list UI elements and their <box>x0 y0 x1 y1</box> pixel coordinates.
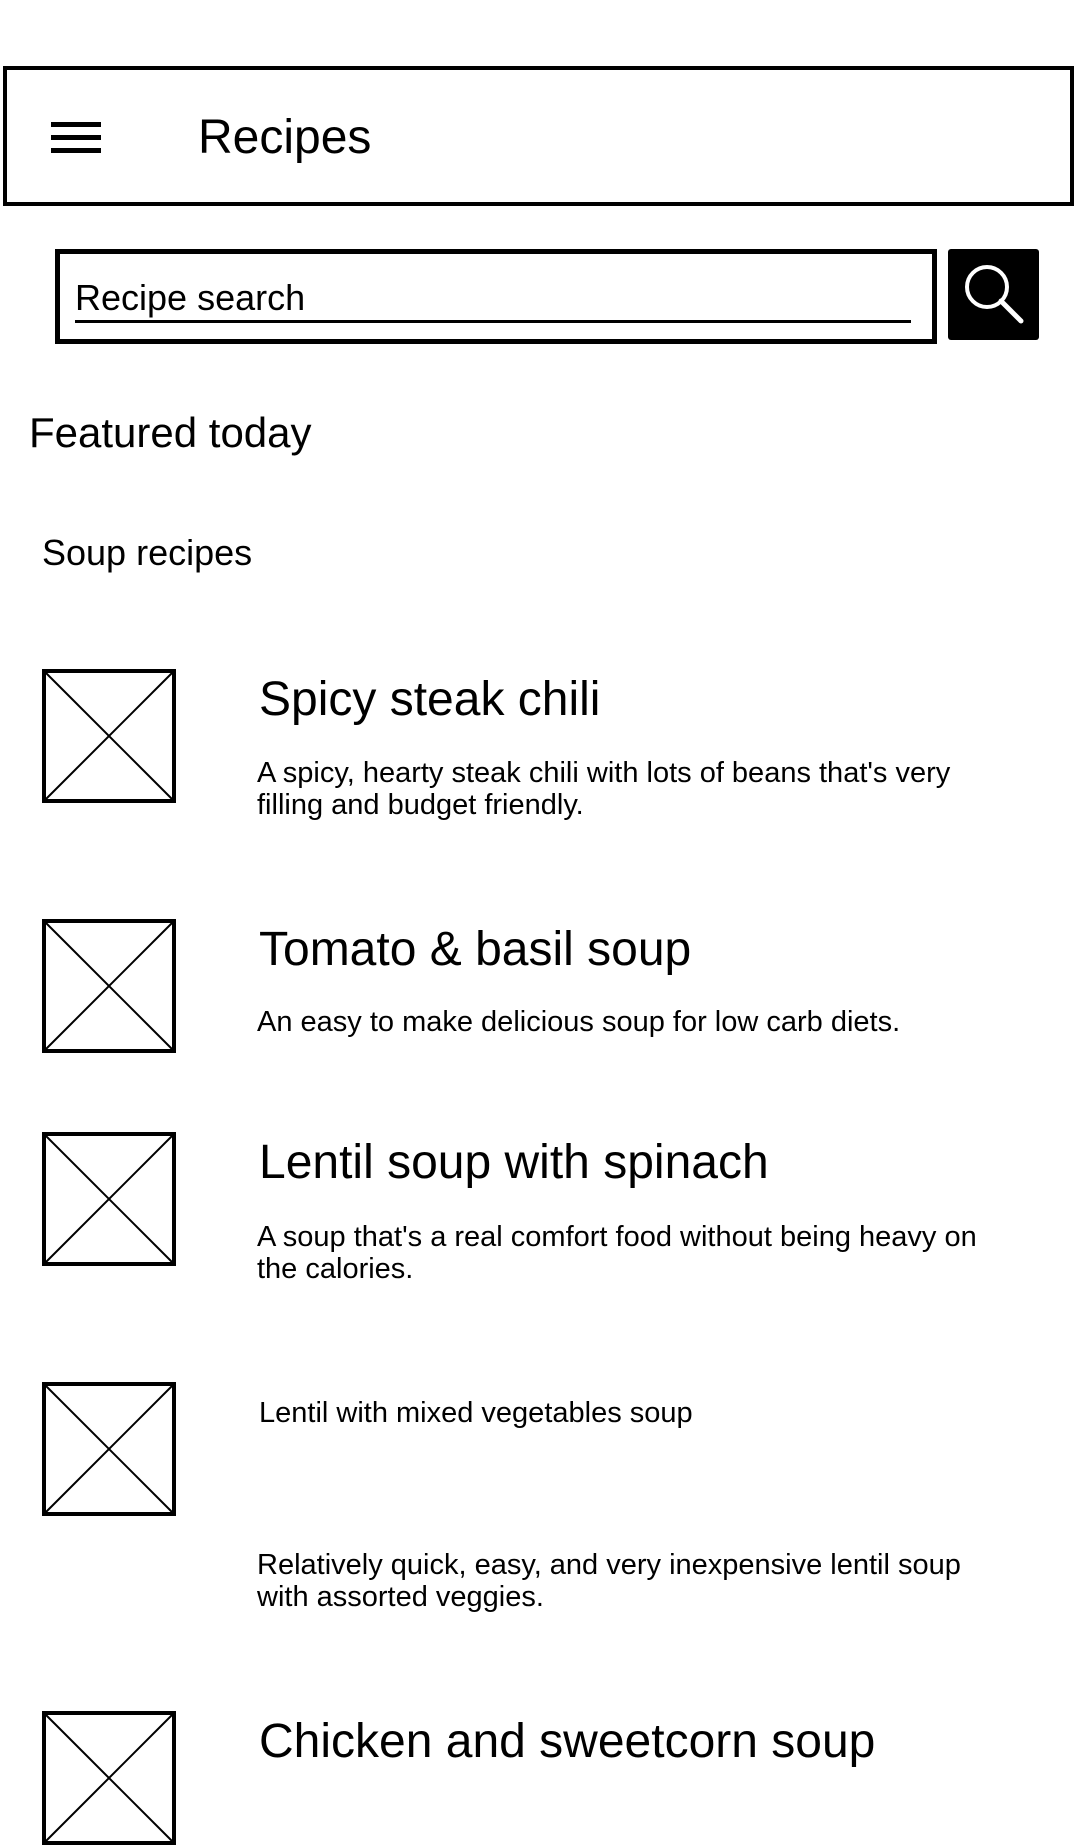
recipe-description-2: An easy to make delicious soup for low c… <box>257 1006 901 1038</box>
app-header: Recipes <box>3 66 1074 206</box>
recipe-title-3[interactable]: Lentil soup with spinach <box>259 1135 769 1191</box>
search-input[interactable] <box>75 276 911 323</box>
search-icon <box>965 265 1024 324</box>
recipe-title-5[interactable]: Chicken and sweetcorn soup <box>259 1714 875 1770</box>
recipe-image-4-placeholder-icon[interactable] <box>42 1382 176 1516</box>
hamburger-menu-icon[interactable] <box>51 122 101 154</box>
recipe-description-4: Relatively quick, easy, and very inexpen… <box>257 1549 961 1613</box>
recipe-title-2[interactable]: Tomato & basil soup <box>259 922 691 978</box>
recipe-description-1: A spicy, hearty steak chili with lots of… <box>257 757 951 821</box>
recipe-title-1[interactable]: Spicy steak chili <box>259 672 600 728</box>
recipe-image-3-placeholder-icon[interactable] <box>42 1132 176 1266</box>
search-box <box>55 249 937 344</box>
featured-heading: Featured today <box>29 409 312 456</box>
recipe-title-4[interactable]: Lentil with mixed vegetables soup <box>259 1396 693 1430</box>
recipe-image-1-placeholder-icon[interactable] <box>42 669 176 803</box>
recipe-image-2-placeholder-icon[interactable] <box>42 919 176 1053</box>
recipe-image-5-placeholder-icon[interactable] <box>42 1711 176 1845</box>
recipe-description-3: A soup that's a real comfort food withou… <box>257 1221 977 1285</box>
category-label: Soup recipes <box>42 532 253 573</box>
search-button[interactable] <box>948 249 1039 340</box>
page-title: Recipes <box>198 111 372 164</box>
